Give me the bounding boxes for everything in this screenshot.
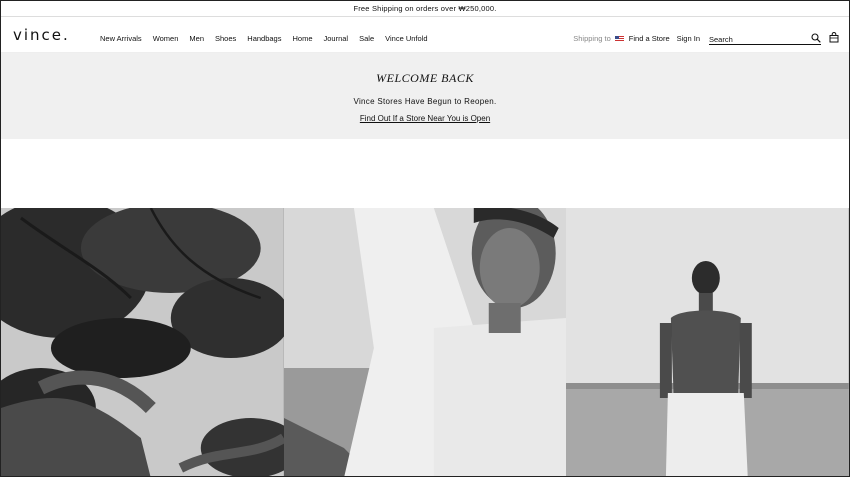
nav-home[interactable]: Home xyxy=(292,34,312,43)
woman-portrait-photo[interactable] xyxy=(283,208,567,476)
nav-journal[interactable]: Journal xyxy=(324,34,349,43)
bag-icon[interactable] xyxy=(829,32,839,45)
banner-subtitle: Vince Stores Have Begun to Reopen. xyxy=(353,97,497,106)
banner-title: WELCOME BACK xyxy=(376,71,474,85)
us-flag-icon[interactable] xyxy=(614,35,624,42)
vince-logo[interactable]: vince. xyxy=(13,26,70,44)
promo-bar: Free Shipping on orders over ₩250,000. xyxy=(1,1,849,17)
promo-text: Free Shipping on orders over ₩250,000. xyxy=(353,4,497,13)
tree-photo[interactable] xyxy=(1,208,284,476)
nav-handbags[interactable]: Handbags xyxy=(247,34,281,43)
search-input[interactable] xyxy=(709,32,804,44)
header-utilities: Shipping to Find a Store Sign In xyxy=(573,32,839,45)
nav-sale[interactable]: Sale xyxy=(359,34,374,43)
nav-shoes[interactable]: Shoes xyxy=(215,34,236,43)
main-nav: New Arrivals Women Men Shoes Handbags Ho… xyxy=(100,34,428,43)
shipping-label[interactable]: Shipping to xyxy=(573,34,611,43)
nav-vince-unfold[interactable]: Vince Unfold xyxy=(385,34,427,43)
browser-frame: Free Shipping on orders over ₩250,000. v… xyxy=(0,0,850,477)
store-open-link[interactable]: Find Out If a Store Near You is Open xyxy=(360,114,490,123)
nav-new-arrivals[interactable]: New Arrivals xyxy=(100,34,142,43)
woman-back-photo[interactable] xyxy=(566,208,849,476)
find-store-link[interactable]: Find a Store xyxy=(629,34,670,43)
welcome-banner: WELCOME BACK Vince Stores Have Begun to … xyxy=(1,53,849,139)
nav-women[interactable]: Women xyxy=(153,34,179,43)
sign-in-link[interactable]: Sign In xyxy=(677,34,700,43)
editorial-image-row xyxy=(1,208,849,476)
site-header: vince. New Arrivals Women Men Shoes Hand… xyxy=(1,17,849,53)
search-field[interactable] xyxy=(709,32,821,45)
search-icon[interactable] xyxy=(811,32,821,45)
nav-men[interactable]: Men xyxy=(189,34,204,43)
